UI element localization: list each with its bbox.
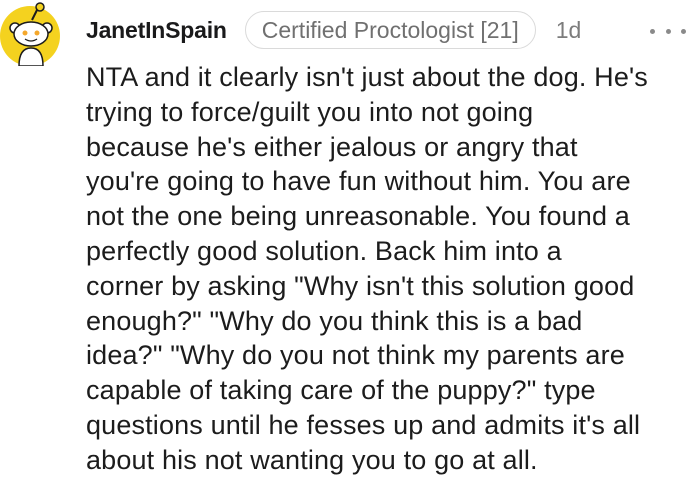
- comment-age: 1d: [555, 16, 582, 43]
- comment-line: trying to force/guilt you into not going: [86, 96, 534, 127]
- comment-line: because he's either jealous or angry tha…: [86, 131, 578, 162]
- more-dot-icon: [681, 28, 686, 34]
- comment-line: idea?" "Why do you not think my parents …: [86, 340, 625, 371]
- comment-line: corner by asking "Why isn't this solutio…: [86, 270, 635, 301]
- username-link[interactable]: JanetInSpain: [86, 17, 227, 44]
- comment-line: perfectly good solution. Back him into a: [86, 235, 562, 266]
- comment: JanetInSpain Certified Proctologist [21]…: [0, 0, 700, 484]
- comment-line: questions until he fesses up and admits …: [86, 409, 641, 440]
- comment-line: you're going to have fun without him. Yo…: [86, 166, 631, 197]
- comment-body: NTA and it clearly isn't just about the …: [86, 60, 694, 478]
- more-dot-icon: [650, 28, 655, 34]
- user-flair-badge: Certified Proctologist [21]: [244, 11, 536, 49]
- more-options-icon[interactable]: [650, 27, 686, 35]
- comment-line: about his not wanting you to go at all.: [86, 444, 538, 475]
- comment-line: capable of taking care of the puppy?" ty…: [86, 375, 596, 406]
- comment-header: JanetInSpain Certified Proctologist [21]…: [86, 10, 581, 50]
- comment-line: enough?" "Why do you think this is a bad: [86, 305, 583, 336]
- comment-line: not the one being unreasonable. You foun…: [86, 201, 630, 232]
- more-dot-icon: [665, 28, 671, 34]
- comment-line: NTA and it clearly isn't just about the …: [86, 62, 648, 92]
- snoo-avatar-icon[interactable]: [0, 2, 64, 67]
